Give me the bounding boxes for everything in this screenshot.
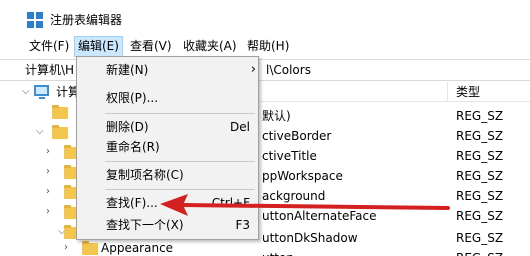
menu-item-label: 删除(D) (106, 120, 149, 134)
address-path-end: l\Colors (266, 63, 311, 77)
computer-icon (34, 85, 49, 99)
chevron-down-icon[interactable]: ⌵ (22, 82, 30, 102)
menu-file[interactable]: 文件(F) (26, 36, 72, 57)
menu-separator (105, 113, 255, 114)
value-name: utton... (262, 248, 305, 256)
menu-bar: 文件(F) 编辑(E) 查看(V) 收藏夹(A) 帮助(H) (0, 36, 530, 57)
menu-item-label: 新建(N) (106, 63, 149, 77)
column-divider[interactable] (447, 82, 448, 102)
chevron-right-icon[interactable]: › (46, 202, 50, 222)
annotation-arrow-icon (160, 194, 450, 216)
menu-separator (105, 161, 255, 162)
value-row[interactable]: ctiveBorder REG_SZ (260, 126, 530, 146)
menu-item-shortcut: Del (230, 120, 250, 134)
tree-item[interactable] (20, 102, 80, 122)
tree-item[interactable]: › (20, 182, 80, 202)
folder-icon (82, 241, 98, 255)
value-row[interactable]: ppWorkspace REG_SZ (260, 166, 530, 186)
chevron-right-icon[interactable]: › (46, 182, 50, 202)
menu-item-label: 重命名(R) (106, 140, 160, 154)
tree-item-label: Appearance (101, 241, 174, 255)
menu-separator (105, 189, 255, 190)
tree-item[interactable]: › (20, 202, 80, 222)
value-name: 默认) (262, 109, 291, 123)
value-row[interactable]: uttonDkShadow REG_SZ (260, 228, 530, 248)
menu-item-delete[interactable]: 删除(D) Del (77, 116, 258, 138)
list-header: 类型 (260, 82, 530, 102)
value-row[interactable]: 默认) REG_SZ (260, 106, 530, 126)
value-name: ppWorkspace (262, 169, 343, 183)
chevron-right-icon: › (250, 62, 256, 77)
chevron-right-icon[interactable]: › (46, 162, 50, 182)
chevron-down-icon[interactable]: ⌵ (36, 122, 44, 142)
title-bar: 注册表编辑器 (0, 0, 530, 34)
folder-icon (52, 105, 68, 119)
value-type: REG_SZ (456, 189, 504, 203)
tree-item[interactable]: ⌵ (20, 122, 80, 142)
value-name: ctiveTitle (262, 149, 317, 163)
menu-favorites[interactable]: 收藏夹(A) (180, 36, 240, 57)
menu-item-permissions[interactable]: 权限(P)... (77, 87, 258, 109)
address-path-start: 计算机\H (25, 63, 75, 77)
menu-item-copy-key-name[interactable]: 复制项名称(C) (77, 164, 258, 186)
menu-item-label: 复制项名称(C) (106, 168, 184, 182)
tree-item-appearance[interactable]: › Appearance (20, 238, 220, 256)
value-type: REG_SZ (456, 209, 504, 223)
chevron-right-icon[interactable]: › (46, 142, 50, 162)
chevron-right-icon[interactable]: › (64, 238, 68, 256)
menu-view[interactable]: 查看(V) (127, 36, 175, 57)
value-name: ctiveBorder (262, 129, 332, 143)
value-type: REG_SZ (456, 129, 504, 143)
folder-icon (52, 125, 68, 139)
value-type: REG_SZ (456, 231, 504, 245)
tree-item[interactable]: › (20, 162, 80, 182)
value-type: REG_SZ (456, 169, 504, 183)
menu-item-label: 权限(P)... (106, 91, 159, 105)
value-row[interactable]: utton... REG_SZ (260, 248, 530, 256)
value-type: REG_SZ (456, 109, 504, 123)
value-name: uttonDkShadow (262, 231, 358, 245)
menu-edit[interactable]: 编辑(E) (74, 36, 123, 57)
value-row[interactable]: ctiveTitle REG_SZ (260, 146, 530, 166)
window-title: 注册表编辑器 (50, 13, 123, 27)
menu-help[interactable]: 帮助(H) (244, 36, 292, 57)
menu-item-rename[interactable]: 重命名(R) (77, 136, 258, 158)
tree-item[interactable]: › (20, 142, 80, 162)
registry-editor-icon (27, 12, 43, 28)
menu-item-new[interactable]: 新建(N) › (77, 59, 258, 81)
value-type: REG_SZ (456, 149, 504, 163)
column-header-type[interactable]: 类型 (456, 85, 480, 99)
value-type: REG_SZ (456, 248, 503, 256)
